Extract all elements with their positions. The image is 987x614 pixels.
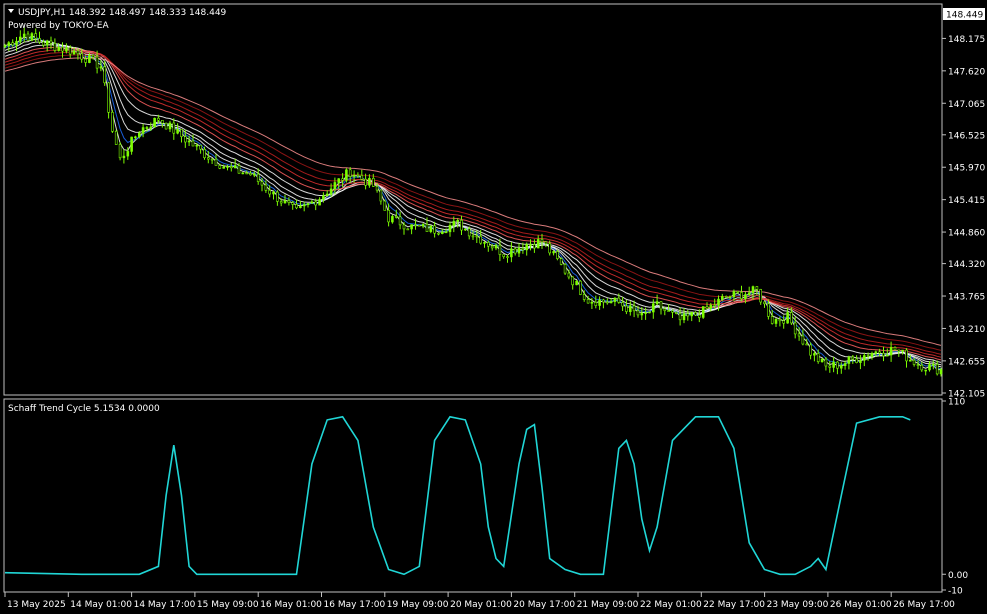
time-tick-label: 20 May 17:00 [513, 600, 575, 610]
time-tick-label: 19 May 09:00 [387, 600, 449, 610]
indicator-tick-label: 110 [948, 398, 965, 408]
candle [417, 224, 421, 227]
candle [556, 249, 559, 261]
time-tick-label: 21 May 09:00 [577, 600, 639, 610]
candle [114, 129, 118, 145]
candle [579, 280, 582, 296]
candle [648, 311, 651, 314]
indicator-label: Schaff Trend Cycle 5.1534 0.0000 [8, 404, 160, 414]
candle [701, 306, 705, 319]
candle [30, 32, 34, 42]
candle [164, 122, 168, 130]
time-tick-label: 13 May 2025 [7, 600, 66, 610]
candle [563, 263, 567, 275]
powered-by-label: Powered by TOKYO-EA [8, 21, 109, 31]
candle [383, 199, 387, 211]
indicator-tick-label: 0.00 [948, 571, 968, 581]
price-tick-label: 143.210 [948, 325, 985, 335]
price-tick-label: 142.655 [948, 357, 985, 367]
price-tick-label: 143.765 [948, 293, 985, 303]
price-tick-label: 147.065 [948, 100, 985, 110]
time-tick-label: 26 May 01:00 [830, 600, 892, 610]
time-tick-label: 23 May 09:00 [767, 600, 829, 610]
time-tick-label: 15 May 09:00 [197, 600, 259, 610]
symbol-header: USDJPY,H1 148.392 148.497 148.333 148.44… [18, 8, 227, 18]
time-tick-label: 22 May 17:00 [703, 600, 765, 610]
time-tick-label: 16 May 01:00 [260, 600, 322, 610]
time-tick-label: 26 May 17:00 [893, 600, 955, 610]
candle [559, 257, 563, 266]
candle [345, 168, 348, 183]
time-tick-label: 14 May 01:00 [70, 600, 132, 610]
price-tick-label: 144.320 [948, 260, 985, 270]
candle [111, 109, 114, 133]
candle [153, 117, 156, 128]
time-tick-label: 20 May 01:00 [450, 600, 512, 610]
chart-background [0, 0, 987, 614]
price-tick-label: 144.860 [948, 229, 985, 239]
time-tick-label: 14 May 17:00 [134, 600, 196, 610]
price-tick-label: 148.175 [948, 35, 985, 45]
price-tick-label: 145.415 [948, 196, 985, 206]
time-tick-label: 22 May 01:00 [640, 600, 702, 610]
price-tick-label: 147.620 [948, 67, 985, 77]
price-tick-label: 145.970 [948, 164, 985, 174]
chart-window: 148.175 147.620 147.065 146.525 145.970 145.4… [0, 0, 987, 614]
price-tick-label: 146.525 [948, 131, 985, 141]
indicator-tick-label: -10 [948, 587, 963, 597]
candle [118, 142, 122, 161]
current-price-label: 148.449 [946, 11, 983, 21]
time-tick-label: 16 May 17:00 [324, 600, 386, 610]
